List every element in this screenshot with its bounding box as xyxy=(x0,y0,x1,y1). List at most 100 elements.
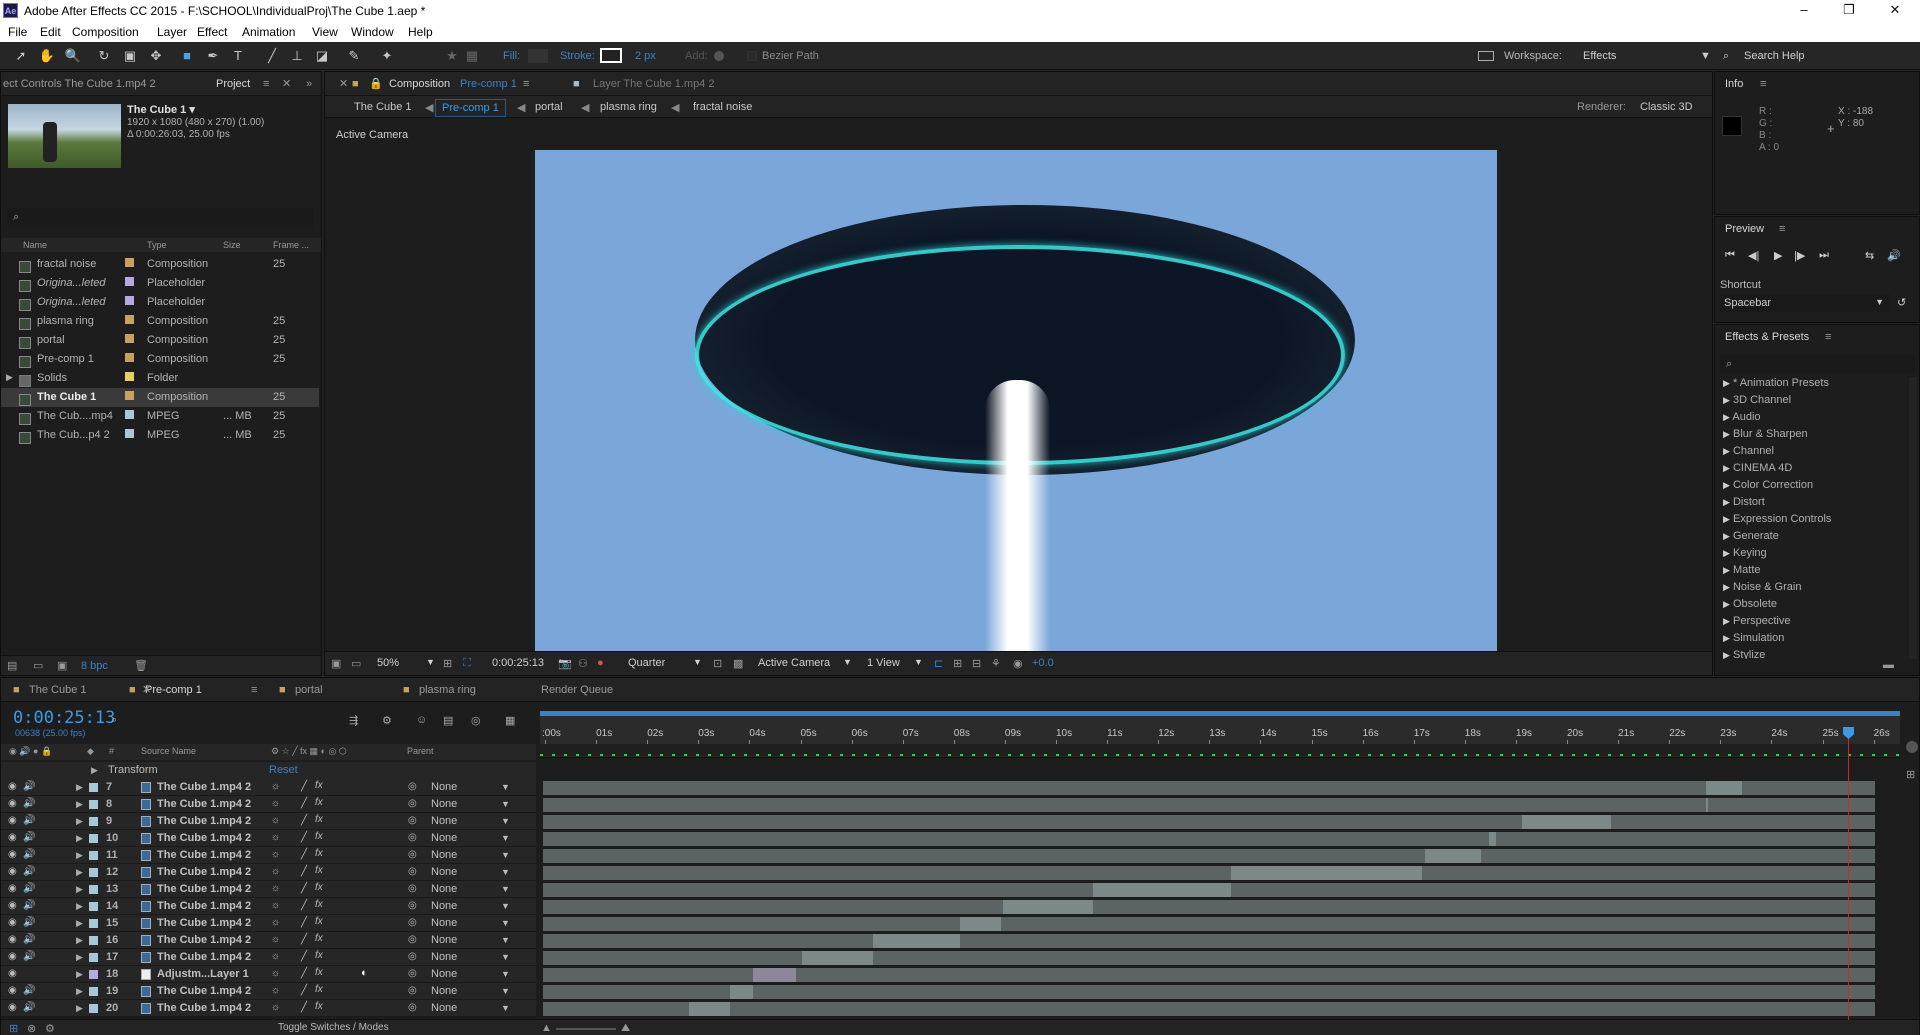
motion-blur-icon[interactable]: ◎ xyxy=(471,714,481,727)
expand-arrow-icon[interactable]: ▶ xyxy=(76,833,83,844)
view-chevron-icon[interactable]: ▼ xyxy=(914,657,923,667)
project-item[interactable]: plasma ring Composition 25 xyxy=(1,312,319,331)
type-tool-icon[interactable]: T xyxy=(229,47,247,65)
always-preview-icon[interactable]: ▣ xyxy=(331,657,341,670)
layer-row[interactable]: ◉ 🔊 ▶ 12 The Cube 1.mp4 2 ☼ ╱ fx ◎ None ▼ xyxy=(1,864,1920,881)
effect-category[interactable]: ▶ Perspective xyxy=(1723,615,1790,627)
add-dropdown-icon[interactable] xyxy=(714,51,724,61)
graph-editor-icon[interactable]: ▦ xyxy=(505,714,515,727)
parent-select[interactable]: None xyxy=(431,781,457,793)
quality-icon[interactable]: ╱ xyxy=(301,985,307,996)
pick-whip-icon[interactable]: ◎ xyxy=(408,815,417,826)
close-tab-icon[interactable]: ✕ xyxy=(142,679,151,701)
project-item[interactable]: Pre-comp 1 Composition 25 xyxy=(1,350,319,369)
chevron-down-icon[interactable]: ▼ xyxy=(501,918,510,928)
layer-name[interactable]: The Cube 1.mp4 2 xyxy=(157,951,251,963)
quality-icon[interactable]: ╱ xyxy=(301,849,307,860)
audio-icon[interactable]: 🔊 xyxy=(23,985,35,996)
layer-duration-bar[interactable] xyxy=(1003,900,1093,914)
layer-duration-bar[interactable] xyxy=(959,917,1001,931)
layer-row[interactable]: ◉ 🔊 ▶ 17 The Cube 1.mp4 2 ☼ ╱ fx ◎ None ▼ xyxy=(1,949,1920,966)
expand-arrow-icon[interactable]: ▶ xyxy=(76,918,83,929)
effect-category[interactable]: ▶ Generate xyxy=(1723,530,1779,542)
chevron-down-icon[interactable]: ▼ xyxy=(501,935,510,945)
expand-arrow-icon[interactable]: ▶ xyxy=(76,969,83,980)
tab-project[interactable]: Project xyxy=(216,73,250,95)
label-color-icon[interactable] xyxy=(89,868,98,877)
layer-track[interactable] xyxy=(543,900,1875,914)
info-title[interactable]: Info xyxy=(1725,73,1743,95)
chevron-down-icon[interactable]: ▼ xyxy=(501,901,510,911)
previous-frame-icon[interactable]: ◀| xyxy=(1748,249,1759,262)
quality-icon[interactable]: ╱ xyxy=(301,866,307,877)
parent-select[interactable]: None xyxy=(431,985,457,997)
layer-track[interactable] xyxy=(543,798,1875,812)
layer-name[interactable]: The Cube 1.mp4 2 xyxy=(157,798,251,810)
effect-category[interactable]: ▶ Distort xyxy=(1723,496,1765,508)
renderer-value[interactable]: Classic 3D xyxy=(1640,101,1693,113)
project-item[interactable]: Origina...leted Placeholder xyxy=(1,293,319,312)
layer-name[interactable]: The Cube 1.mp4 2 xyxy=(157,1002,251,1014)
layer-row[interactable]: ◉ 🔊 ▶ 10 The Cube 1.mp4 2 ☼ ╱ fx ◎ None ▼ xyxy=(1,830,1920,847)
layer-row[interactable]: ◉ 🔊 ▶ 19 The Cube 1.mp4 2 ☼ ╱ fx ◎ None ▼ xyxy=(1,983,1920,1000)
expand-arrow-icon[interactable]: ▶ xyxy=(76,816,83,827)
frame-blending-icon[interactable]: ▤ xyxy=(443,714,453,727)
eye-icon[interactable]: ◉ xyxy=(8,900,17,911)
camera-tool-icon[interactable]: ▣ xyxy=(121,47,139,65)
in-out-pane-icon[interactable]: ⚙ xyxy=(45,1022,55,1035)
col-type[interactable]: Type xyxy=(147,240,167,250)
layer-row[interactable]: ◉ 🔊 ▶ 13 The Cube 1.mp4 2 ☼ ╱ fx ◎ None ▼ xyxy=(1,881,1920,898)
menu-help[interactable]: Help xyxy=(408,25,433,39)
hand-tool-icon[interactable]: ✋ xyxy=(38,47,56,65)
panel-menu-icon[interactable]: ≡ xyxy=(1760,73,1766,95)
collapse-transform-icon[interactable]: ☼ xyxy=(271,798,280,809)
layer-name[interactable]: The Cube 1.mp4 2 xyxy=(157,815,251,827)
layer-name[interactable]: The Cube 1.mp4 2 xyxy=(157,934,251,946)
layer-row[interactable]: ◉ 🔊 ▶ 11 The Cube 1.mp4 2 ☼ ╱ fx ◎ None ▼ xyxy=(1,847,1920,864)
expand-arrow-icon[interactable]: ▶ xyxy=(76,935,83,946)
label-color-icon[interactable] xyxy=(89,902,98,911)
parent-select[interactable]: None xyxy=(431,798,457,810)
expand-panels-icon[interactable]: » xyxy=(306,73,312,95)
menu-layer[interactable]: Layer xyxy=(157,25,187,39)
quality-icon[interactable]: ╱ xyxy=(301,883,307,894)
collapse-transform-icon[interactable]: ☼ xyxy=(271,815,280,826)
eye-icon[interactable]: ◉ xyxy=(8,832,17,843)
new-bin-icon[interactable]: ▬ xyxy=(1883,659,1894,671)
view-layout-select[interactable]: 1 View xyxy=(867,657,900,669)
collapse-transform-icon[interactable]: ☼ xyxy=(271,1002,280,1013)
layer-track[interactable] xyxy=(543,781,1875,795)
pan-behind-tool-icon[interactable]: ✥ xyxy=(147,47,165,65)
project-item[interactable]: The Cub...p4 2 MPEG ... MB 25 xyxy=(1,426,319,445)
audio-icon[interactable]: 🔊 xyxy=(23,934,35,945)
breadcrumb-fractal-noise[interactable]: fractal noise xyxy=(693,101,752,113)
fx-icon[interactable]: fx xyxy=(315,950,323,961)
rotate-tool-icon[interactable]: ↻ xyxy=(95,47,113,65)
project-item[interactable]: portal Composition 25 xyxy=(1,331,319,350)
layer-duration-bar[interactable] xyxy=(1488,832,1497,846)
quality-icon[interactable]: ╱ xyxy=(301,1002,307,1013)
label-color-icon[interactable] xyxy=(125,372,134,381)
layer-duration-bar[interactable] xyxy=(1705,781,1742,795)
layer-track[interactable] xyxy=(543,968,1875,982)
layer-row[interactable]: ◉ 🔊 ▶ 15 The Cube 1.mp4 2 ☼ ╱ fx ◎ None ▼ xyxy=(1,915,1920,932)
label-color-icon[interactable] xyxy=(125,353,134,362)
resolution-chevron-icon[interactable]: ▼ xyxy=(693,657,702,667)
chevron-down-icon[interactable]: ▼ xyxy=(501,799,510,809)
collapse-transform-icon[interactable]: ☼ xyxy=(271,883,280,894)
eye-icon[interactable]: ◉ xyxy=(8,866,17,877)
quality-icon[interactable]: ╱ xyxy=(301,968,307,979)
toggle-switches-modes[interactable]: Toggle Switches / Modes xyxy=(278,1022,389,1033)
zoom-in-icon[interactable]: ⛰ xyxy=(621,1022,630,1035)
layer-track[interactable] xyxy=(543,832,1875,846)
layer-track[interactable] xyxy=(543,1002,1875,1016)
col-frame-rate[interactable]: Frame ... xyxy=(273,240,309,250)
channel-icon[interactable]: ● xyxy=(597,657,604,669)
expand-arrow-icon[interactable]: ▶ xyxy=(76,867,83,878)
pick-whip-icon[interactable]: ◎ xyxy=(408,968,417,979)
adjustment-layer-switch-icon[interactable]: ◐ xyxy=(361,967,368,979)
panel-menu-icon[interactable]: ≡ xyxy=(1779,218,1785,240)
layer-switches-icon[interactable]: ⚙ ☆ ╱ fx ▦ ◐ ◎ ⬡ xyxy=(271,746,347,757)
chevron-down-icon[interactable]: ▼ xyxy=(501,850,510,860)
eye-icon[interactable]: ◉ xyxy=(8,798,17,809)
